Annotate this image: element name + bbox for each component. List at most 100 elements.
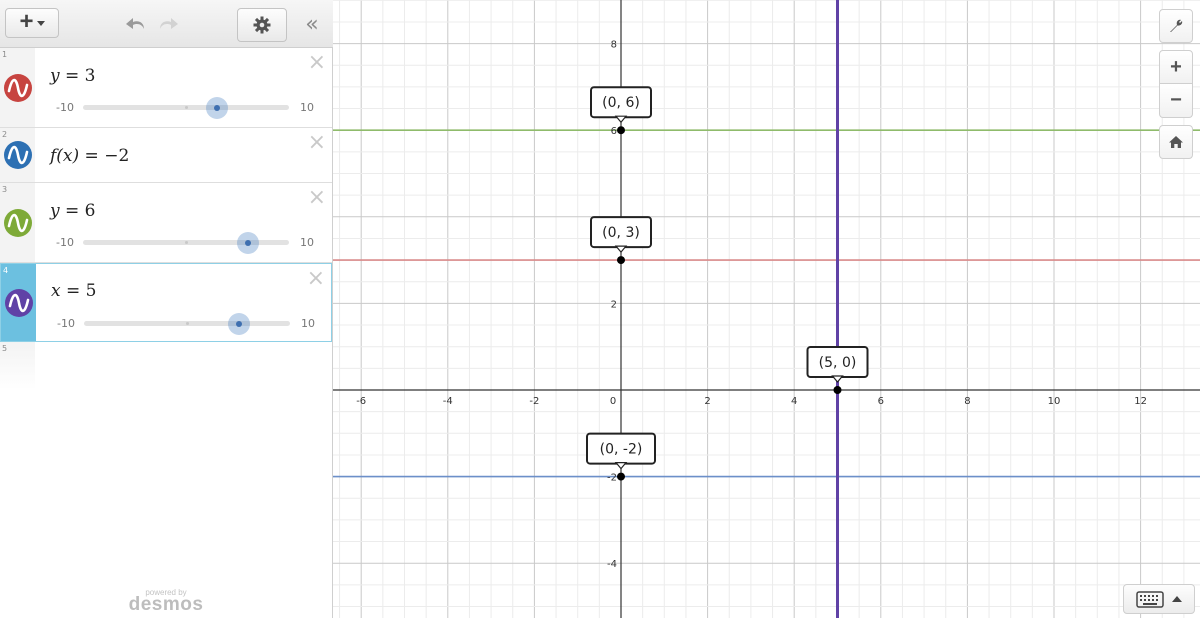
- expression-item[interactable]: 1 y = 3 × -10 10: [0, 48, 332, 128]
- graph-color-toggle[interactable]: [4, 141, 32, 169]
- keypad-toggle-button[interactable]: [1123, 584, 1195, 614]
- expression-item-active[interactable]: 4 x = 5 × -10 10: [0, 263, 332, 342]
- slider-track[interactable]: [83, 231, 289, 254]
- chevron-down-icon: [36, 20, 45, 26]
- x-tick-label: 12: [1134, 396, 1147, 407]
- undo-button[interactable]: [124, 12, 150, 36]
- expression-math[interactable]: f(x) = −2: [50, 146, 129, 166]
- point-marker: [617, 256, 625, 265]
- graph-settings-button[interactable]: [1159, 9, 1193, 43]
- slider-min[interactable]: -10: [56, 236, 74, 249]
- slider-max[interactable]: 10: [300, 101, 314, 114]
- expression-toolbar: + «: [0, 0, 333, 48]
- delete-expression-icon[interactable]: ×: [307, 268, 325, 290]
- x-tick-label: -4: [443, 396, 453, 407]
- y-tick-label: -2: [607, 473, 617, 484]
- point-label: (0, 3): [602, 225, 640, 241]
- delete-expression-icon[interactable]: ×: [308, 187, 326, 209]
- grid: [333, 0, 1200, 618]
- zoom-in-label: +: [1170, 55, 1182, 78]
- collapse-list-button[interactable]: «: [296, 8, 328, 40]
- slider-min[interactable]: -10: [57, 317, 75, 330]
- expression-number: 5: [2, 344, 8, 353]
- default-viewport-button[interactable]: [1159, 125, 1193, 159]
- point-label: (5, 0): [819, 355, 857, 371]
- add-item-button[interactable]: +: [5, 8, 59, 38]
- x-tick-label: 6: [878, 396, 884, 407]
- x-tick-label: -6: [356, 396, 366, 407]
- expression-math[interactable]: y = 6: [50, 201, 96, 221]
- y-tick-label: -4: [607, 559, 617, 570]
- slider-track[interactable]: [83, 96, 289, 119]
- wave-icon: [7, 145, 29, 165]
- delete-expression-icon[interactable]: ×: [308, 132, 326, 154]
- delete-expression-icon[interactable]: ×: [308, 52, 326, 74]
- expression-number: 1: [2, 50, 8, 59]
- slider-track[interactable]: [84, 312, 290, 335]
- slider-handle[interactable]: [205, 96, 228, 119]
- slider-handle[interactable]: [236, 231, 259, 254]
- point-marker: [617, 126, 625, 135]
- undo-icon: [126, 18, 144, 29]
- expression-math[interactable]: y = 3: [50, 66, 96, 86]
- x-tick-label: 8: [964, 396, 970, 407]
- expression-list-panel: + « 1 y = 3 × -10 10 2 f(x) = −2 × 3 y =…: [0, 0, 333, 618]
- collapse-label: «: [305, 11, 319, 37]
- y-tick-labels: 8 6 2 -2 -4: [607, 40, 617, 571]
- expression-math[interactable]: x = 5: [51, 281, 96, 301]
- redo-button[interactable]: [154, 12, 180, 36]
- math-rhs: 6: [84, 201, 96, 221]
- point-label: (0, 6): [602, 95, 640, 111]
- expression-item[interactable]: 3 y = 6 × -10 10: [0, 183, 332, 263]
- equals-sign: =: [79, 146, 105, 166]
- slider-max[interactable]: 10: [300, 236, 314, 249]
- expression-number: 3: [2, 185, 8, 194]
- keyboard-icon: [1136, 591, 1164, 608]
- slider-handle[interactable]: [227, 312, 250, 335]
- zoom-out-button[interactable]: −: [1159, 84, 1193, 118]
- new-expression-slot[interactable]: 5: [0, 342, 35, 390]
- plotted-lines: [333, 0, 1200, 618]
- redo-icon: [160, 18, 178, 29]
- zoom-in-button[interactable]: +: [1159, 50, 1193, 84]
- point-marker: [833, 386, 842, 394]
- point-label: (0, -2): [600, 442, 643, 458]
- equals-sign: =: [60, 281, 86, 301]
- x-tick-labels: -6 -4 -2 0 2 4 6 8 10 12: [356, 396, 1147, 407]
- x-tick-label: -2: [529, 396, 539, 407]
- math-rhs: 3: [84, 66, 96, 86]
- y-tick-label: 8: [611, 40, 617, 51]
- gear-icon: [253, 16, 271, 34]
- settings-button[interactable]: [237, 8, 287, 42]
- graph-color-toggle[interactable]: [4, 74, 32, 102]
- add-label: +: [19, 8, 34, 35]
- x-tick-label: 4: [791, 396, 797, 407]
- slider-max[interactable]: 10: [301, 317, 315, 330]
- triangle-up-icon: [1172, 596, 1182, 602]
- desmos-logo: desmos: [128, 594, 204, 615]
- wave-icon: [8, 293, 30, 313]
- expression-number: 4: [3, 266, 9, 275]
- x-tick-label: 10: [1048, 396, 1061, 407]
- math-rhs: −2: [104, 146, 130, 166]
- y-tick-label: 2: [611, 299, 617, 310]
- expression-number: 2: [2, 130, 8, 139]
- point-marker: [617, 472, 625, 481]
- slider-min[interactable]: -10: [56, 101, 74, 114]
- wave-icon: [7, 213, 29, 233]
- wave-icon: [7, 78, 29, 98]
- graph-canvas[interactable]: -6 -4 -2 0 2 4 6 8 10 12 8 6 2 -2 -4 (0, 6) (0, 3) (5, …: [333, 0, 1200, 618]
- equals-sign: =: [59, 201, 85, 221]
- math-rhs: 5: [85, 281, 97, 301]
- graph-color-toggle[interactable]: [4, 209, 32, 237]
- graph-color-toggle[interactable]: [5, 289, 33, 317]
- point-label-pointer: [614, 462, 628, 470]
- math-lhs: f(x): [50, 146, 80, 166]
- axes: [333, 0, 1200, 618]
- x-tick-label: 0: [610, 396, 616, 407]
- point-label-pointer: [614, 115, 628, 124]
- math-lhs: y: [50, 66, 60, 86]
- math-lhs: x: [51, 281, 61, 301]
- expression-item[interactable]: 2 f(x) = −2 ×: [0, 128, 332, 183]
- wrench-icon: [1170, 19, 1183, 32]
